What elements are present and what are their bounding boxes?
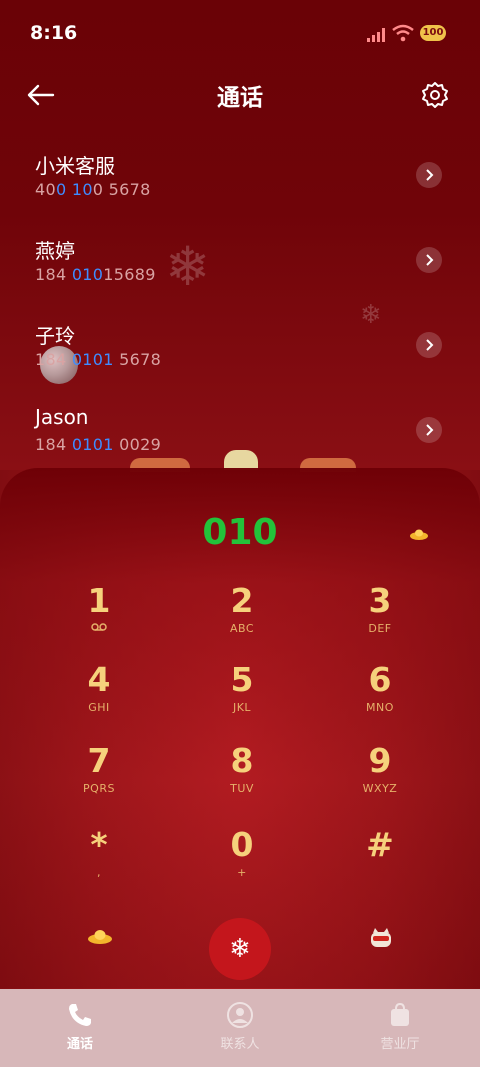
dial-key-6[interactable]: 6 MNO <box>320 661 440 731</box>
contact-name: 小米客服 <box>35 154 115 178</box>
gold-ingot-icon[interactable] <box>88 928 112 944</box>
dial-key-7[interactable]: 7 PQRS <box>39 742 159 812</box>
header: 通话 <box>0 70 480 120</box>
tab-calls[interactable]: 通话 <box>0 989 160 1067</box>
contact-name: 子玲 <box>35 324 75 348</box>
lucky-cat-icon[interactable] <box>370 928 392 948</box>
recent-call-row[interactable]: 子玲 184 0101 5678 <box>0 320 480 400</box>
dial-key-8[interactable]: 8 TUV <box>182 742 302 812</box>
snowflake-icon: ❄ <box>229 934 251 964</box>
recent-call-row[interactable]: 小米客服 400 100 5678 <box>0 150 480 230</box>
tab-service-hall[interactable]: 营业厅 <box>320 989 480 1067</box>
battery-icon: 100 <box>420 25 446 41</box>
dialed-number: 010 <box>202 512 278 553</box>
status-bar: 8:16 100 <box>0 0 480 68</box>
tab-label: 联系人 <box>220 1037 260 1052</box>
contact-number: 400 100 5678 <box>35 180 151 199</box>
dial-key-star[interactable]: * , <box>39 826 159 896</box>
dial-key-4[interactable]: 4 GHI <box>39 661 159 731</box>
tab-label: 通话 <box>66 1037 93 1052</box>
contact-number: 184 0101 0029 <box>35 435 162 454</box>
wifi-icon <box>392 24 414 42</box>
contact-name: 燕婷 <box>35 239 75 263</box>
bag-icon <box>391 1002 409 1026</box>
status-time: 8:16 <box>30 22 78 44</box>
phone-icon <box>69 1004 91 1026</box>
dial-key-hash[interactable]: # <box>320 826 440 896</box>
gear-icon[interactable] <box>420 80 450 110</box>
contact-name: Jason <box>35 405 89 429</box>
chevron-right-icon[interactable] <box>416 332 442 358</box>
dial-key-3[interactable]: 3 DEF <box>320 582 440 652</box>
bottom-tab-bar: 通话 联系人 营业厅 <box>0 989 480 1067</box>
chevron-right-icon[interactable] <box>416 162 442 188</box>
decoration-horn <box>224 450 258 470</box>
dial-key-9[interactable]: 9 WXYZ <box>320 742 440 812</box>
signal-icon <box>367 28 385 42</box>
contact-number: 184 0101 5678 <box>35 350 162 369</box>
chevron-right-icon[interactable] <box>416 417 442 443</box>
tab-label: 营业厅 <box>380 1037 420 1052</box>
chevron-right-icon[interactable] <box>416 247 442 273</box>
person-icon <box>227 1002 253 1028</box>
voicemail-icon <box>39 622 159 635</box>
dial-key-2[interactable]: 2 ABC <box>182 582 302 652</box>
tab-contacts[interactable]: 联系人 <box>160 989 320 1067</box>
call-button[interactable]: ❄ <box>209 918 271 980</box>
dial-key-0[interactable]: 0 + <box>182 826 302 896</box>
dial-key-1[interactable]: 1 <box>39 582 159 652</box>
recent-call-row[interactable]: 燕婷 184 01015689 <box>0 235 480 315</box>
contact-number: 184 01015689 <box>35 265 156 284</box>
dial-key-5[interactable]: 5 JKL <box>182 661 302 731</box>
gold-ingot-icon <box>410 529 428 540</box>
page-title: 通话 <box>217 85 263 111</box>
